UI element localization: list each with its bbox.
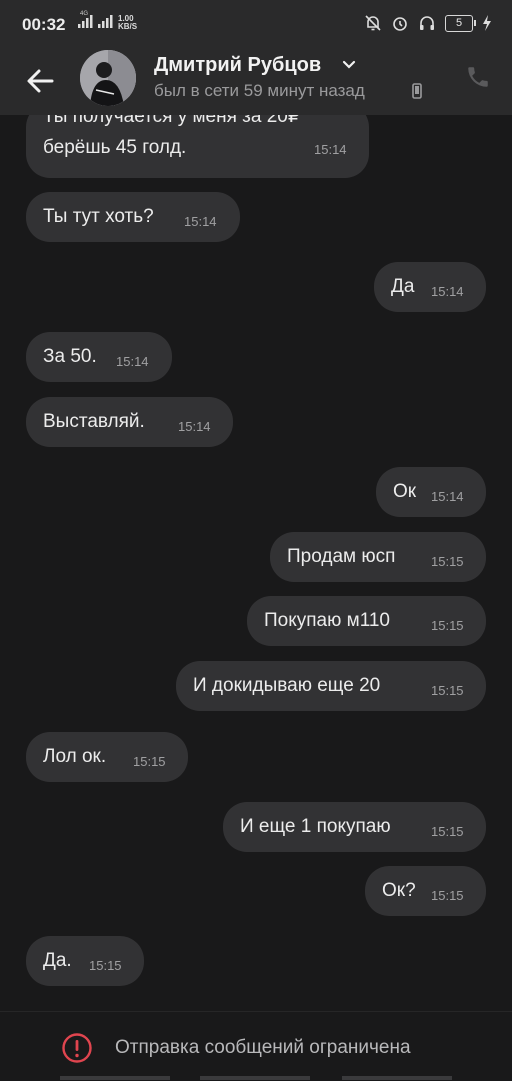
input-restricted-bar: Отправка сообщений ограничена (0, 1011, 512, 1081)
message-outgoing[interactable]: И докидываю еще 20 15:15 (176, 661, 486, 711)
restricted-message: Отправка сообщений ограничена (115, 1037, 411, 1058)
message-time: 15:14 (116, 354, 149, 369)
message-time: 15:15 (431, 618, 464, 633)
status-bar: 00:32 4G 1.00 KB/S 5 (0, 0, 512, 48)
message-time: 15:15 (431, 888, 464, 903)
headset-icon (420, 16, 434, 30)
message-time: 15:14 (431, 489, 464, 504)
alarm-icon (393, 17, 407, 31)
message-incoming[interactable]: Выставляй. 15:14 (26, 397, 233, 447)
message-time: 15:14 (178, 419, 211, 434)
warning-circle-icon (62, 1033, 92, 1063)
message-text: Выставляй. (43, 411, 145, 432)
message-text: Да (391, 276, 415, 297)
message-text: Покупаю м110 (264, 610, 390, 631)
phone-call-icon[interactable] (465, 64, 491, 90)
message-time: 15:14 (431, 284, 464, 299)
message-time: 15:15 (89, 958, 122, 973)
last-seen-status: был в сети 59 минут назад (154, 81, 365, 100)
message-time: 15:14 (314, 142, 347, 157)
avatar-photo (80, 50, 136, 106)
message-text-line2: берёшь 45 голд. (43, 137, 187, 158)
message-list[interactable]: Ты получается у меня за 20₽ берёшь 45 го… (0, 115, 512, 1010)
message-time: 15:15 (431, 554, 464, 569)
network-type: 4G (80, 11, 89, 17)
message-outgoing[interactable]: И еще 1 покупаю 15:15 (223, 802, 486, 852)
charging-icon (483, 15, 491, 31)
message-outgoing[interactable]: Ок 15:14 (376, 467, 486, 517)
contact-name[interactable]: Дмитрий Рубцов (154, 54, 321, 77)
message-text: Ок? (382, 880, 416, 901)
net-speed-unit: KB/S (118, 22, 138, 31)
network-speed: 1.00 KB/S (118, 15, 137, 31)
message-incoming[interactable]: Ты тут хоть? 15:14 (26, 192, 240, 242)
battery-icon: 5 (445, 14, 476, 32)
battery-level: 5 (455, 16, 463, 29)
message-text: Ок (393, 481, 417, 502)
message-outgoing[interactable]: Покупаю м110 15:15 (247, 596, 486, 646)
chat-header: Дмитрий Рубцов был в сети 59 минут назад (0, 48, 512, 115)
message-incoming[interactable]: За 50. 15:14 (26, 332, 172, 382)
message-text: Продам юсп (287, 546, 396, 567)
message-time: 15:15 (431, 683, 464, 698)
chevron-down-icon[interactable] (342, 60, 356, 70)
message-text-line1: Ты получается у меня за 20₽ (43, 115, 300, 127)
message-text: И еще 1 покупаю (240, 816, 391, 837)
avatar[interactable] (80, 50, 136, 106)
message-time: 15:14 (184, 214, 217, 229)
message-time: 15:15 (431, 824, 464, 839)
message-time: 15:15 (133, 754, 166, 769)
message-outgoing[interactable]: Да 15:14 (374, 262, 486, 312)
message-incoming[interactable]: Ты получается у меня за 20₽ берёшь 45 го… (26, 115, 369, 178)
nav-bar-edge (60, 1076, 452, 1080)
status-icons: 5 (364, 14, 492, 32)
back-arrow-icon[interactable] (24, 64, 58, 98)
message-text: Да. (43, 950, 72, 971)
status-time: 00:32 (22, 15, 66, 34)
message-text: И докидываю еще 20 (193, 675, 381, 696)
message-text: Ты тут хоть? (43, 206, 154, 227)
message-outgoing[interactable]: Продам юсп 15:15 (270, 532, 486, 582)
message-outgoing[interactable]: Ок? 15:15 (365, 866, 486, 916)
message-text: За 50. (43, 346, 97, 367)
message-incoming[interactable]: Да. 15:15 (26, 936, 144, 986)
message-text: Лол ок. (43, 746, 107, 767)
mobile-device-icon (412, 83, 422, 99)
message-incoming[interactable]: Лол ок. 15:15 (26, 732, 188, 782)
bell-off-icon (365, 15, 381, 31)
signal-icon (98, 15, 113, 28)
